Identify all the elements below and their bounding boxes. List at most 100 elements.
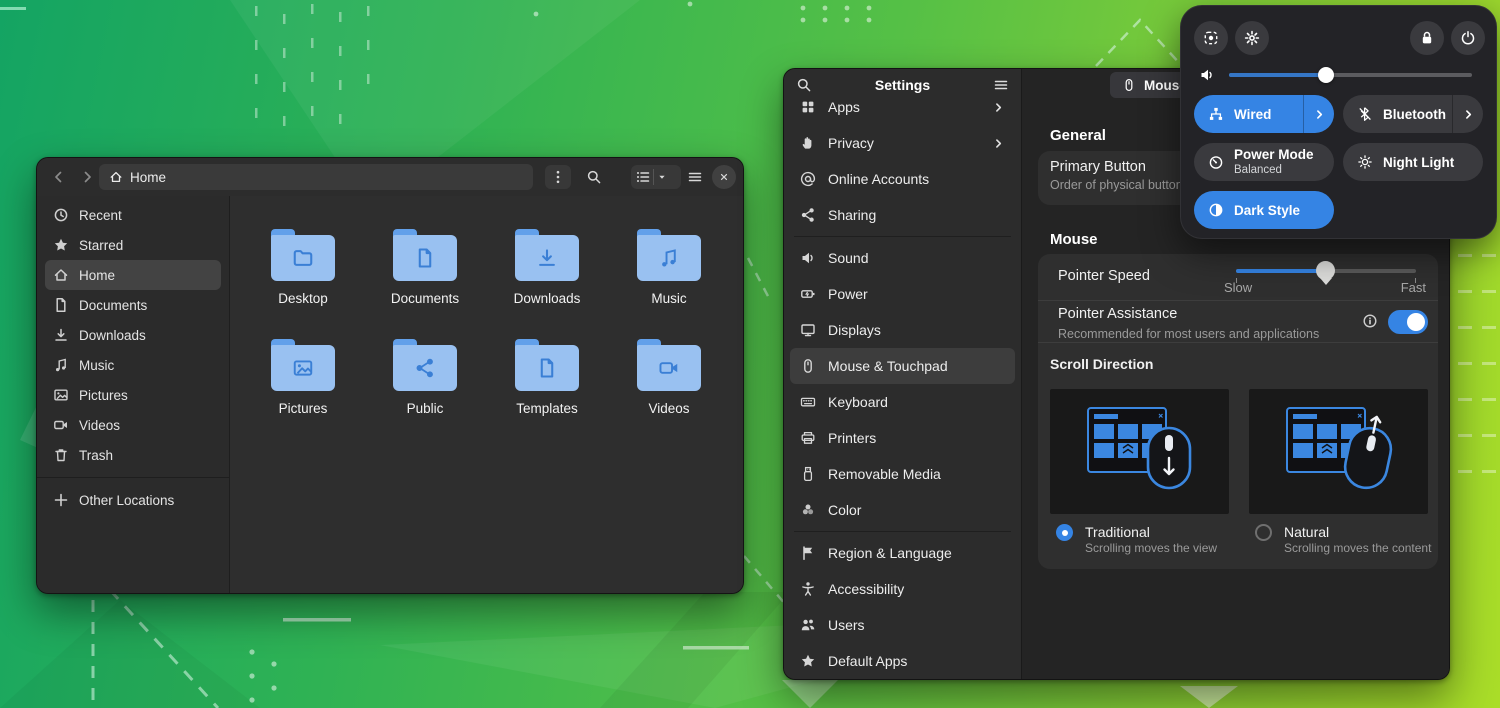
search-button[interactable]	[581, 165, 607, 189]
sidebar-item-label: Removable Media	[828, 466, 941, 482]
sidebar-item-color[interactable]: Color	[790, 492, 1015, 528]
folder-pictures[interactable]: Pictures	[242, 339, 364, 449]
sidebar-item-apps[interactable]: Apps	[790, 101, 1015, 125]
sidebar-item-privacy[interactable]: Privacy	[790, 125, 1015, 161]
printer-icon	[800, 430, 816, 446]
info-icon[interactable]	[1362, 313, 1378, 329]
radio-traditional[interactable]	[1056, 524, 1073, 541]
slider-thumb[interactable]	[1316, 261, 1335, 280]
bluetooth-label: Bluetooth	[1383, 107, 1446, 122]
close-button[interactable]	[712, 165, 736, 189]
color-circles-icon	[800, 502, 816, 518]
hamburger-icon[interactable]	[993, 77, 1009, 93]
scroll-option-traditional[interactable]: Traditional Scrolling moves the view	[1056, 524, 1217, 555]
sidebar-item-videos[interactable]: Videos	[45, 410, 221, 440]
power-mode-tile[interactable]: Power Mode Balanced	[1194, 143, 1334, 181]
back-button[interactable]	[47, 165, 71, 189]
pointer-assistance-toggle[interactable]	[1388, 310, 1428, 334]
files-content: Desktop Documents Downloads Music Pictur…	[230, 196, 743, 593]
sidebar-item-other-locations[interactable]: Other Locations	[45, 485, 221, 515]
forward-button[interactable]	[75, 165, 99, 189]
chevron-right-icon	[992, 137, 1005, 150]
files-headerbar[interactable]: Home	[37, 158, 743, 197]
night-light-label: Night Light	[1383, 155, 1454, 170]
sidebar-item-label: Recent	[79, 208, 122, 223]
folder-desktop[interactable]: Desktop	[242, 229, 364, 339]
settings-headerbar[interactable]: Settings	[784, 69, 1021, 101]
sidebar-item-downloads[interactable]: Downloads	[45, 320, 221, 350]
sidebar-item-printers[interactable]: Printers	[790, 420, 1015, 456]
document-icon	[53, 297, 69, 313]
bluetooth-tile[interactable]: Bluetooth	[1343, 95, 1483, 133]
wired-tile[interactable]: Wired	[1194, 95, 1334, 133]
sidebar-item-starred[interactable]: Starred	[45, 230, 221, 260]
lock-button[interactable]	[1410, 21, 1444, 55]
usb-stick-icon	[800, 466, 816, 482]
folder-name: Documents	[391, 291, 459, 306]
sidebar-item-mouse-touchpad[interactable]: Mouse & Touchpad	[790, 348, 1015, 384]
sidebar-divider	[794, 531, 1011, 532]
sidebar-item-accessibility[interactable]: Accessibility	[790, 571, 1015, 607]
search-icon[interactable]	[796, 77, 812, 93]
folder-name: Music	[651, 291, 686, 306]
pointer-speed-slider[interactable]: Slow Fast	[1236, 254, 1416, 300]
night-light-tile[interactable]: Night Light	[1343, 143, 1483, 181]
wired-network-icon	[1208, 106, 1224, 122]
sidebar-item-trash[interactable]: Trash	[45, 440, 221, 470]
sidebar-item-label: Starred	[79, 238, 123, 253]
volume-slider[interactable]	[1229, 73, 1472, 77]
users-icon	[800, 617, 816, 633]
volume-thumb[interactable]	[1318, 67, 1334, 83]
music-emblem-icon	[658, 247, 680, 269]
more-options-button[interactable]	[545, 165, 571, 189]
share-icon	[800, 207, 816, 223]
sidebar-item-keyboard[interactable]: Keyboard	[790, 384, 1015, 420]
folder-icon	[637, 339, 701, 391]
folder-videos[interactable]: Videos	[608, 339, 730, 449]
power-button[interactable]	[1451, 21, 1485, 55]
sidebar-item-default-apps[interactable]: Default Apps	[790, 643, 1015, 679]
dark-style-tile[interactable]: Dark Style	[1194, 191, 1334, 229]
sidebar-item-removable-media[interactable]: Removable Media	[790, 456, 1015, 492]
sidebar-item-recent[interactable]: Recent	[45, 200, 221, 230]
folder-music[interactable]: Music	[608, 229, 730, 339]
folder-public[interactable]: Public	[364, 339, 486, 449]
radio-natural[interactable]	[1255, 524, 1272, 541]
sidebar-item-label: Privacy	[828, 135, 874, 151]
sidebar-item-region-language[interactable]: Region & Language	[790, 535, 1015, 571]
sidebar-item-online-accounts[interactable]: Online Accounts	[790, 161, 1015, 197]
folder-downloads[interactable]: Downloads	[486, 229, 608, 339]
path-bar[interactable]: Home	[99, 164, 533, 190]
sidebar-item-power[interactable]: Power	[790, 276, 1015, 312]
sidebar-item-documents[interactable]: Documents	[45, 290, 221, 320]
speaker-icon	[800, 250, 816, 266]
sidebar-item-displays[interactable]: Displays	[790, 312, 1015, 348]
bluetooth-expand-button[interactable]	[1452, 95, 1483, 133]
settings-button[interactable]	[1235, 21, 1269, 55]
sidebar-item-sharing[interactable]: Sharing	[790, 197, 1015, 233]
sidebar-item-users[interactable]: Users	[790, 607, 1015, 643]
sidebar-item-home[interactable]: Home	[45, 260, 221, 290]
screenshot-button[interactable]	[1194, 21, 1228, 55]
star-icon	[53, 237, 69, 253]
sidebar-item-music[interactable]: Music	[45, 350, 221, 380]
folder-name: Templates	[516, 401, 578, 416]
wired-expand-button[interactable]	[1303, 95, 1334, 133]
sidebar-item-pictures[interactable]: Pictures	[45, 380, 221, 410]
battery-icon	[800, 286, 816, 302]
scroll-option-natural[interactable]: Natural Scrolling moves the content	[1255, 524, 1431, 555]
folder-templates[interactable]: Templates	[486, 339, 608, 449]
night-light-sun-icon	[1357, 154, 1373, 170]
view-toggle[interactable]	[631, 165, 681, 189]
scroll-natural-illustration[interactable]	[1249, 389, 1428, 514]
download-emblem-icon	[536, 247, 558, 269]
folder-documents[interactable]: Documents	[364, 229, 486, 339]
download-icon	[53, 327, 69, 343]
folder-icon	[393, 339, 457, 391]
menu-button[interactable]	[682, 165, 708, 189]
scroll-traditional-illustration[interactable]	[1050, 389, 1229, 514]
sidebar-item-label: Downloads	[79, 328, 146, 343]
sidebar-item-sound[interactable]: Sound	[790, 240, 1015, 276]
power-mode-value: Balanced	[1234, 164, 1314, 177]
slider-min-label: Slow	[1224, 280, 1252, 295]
